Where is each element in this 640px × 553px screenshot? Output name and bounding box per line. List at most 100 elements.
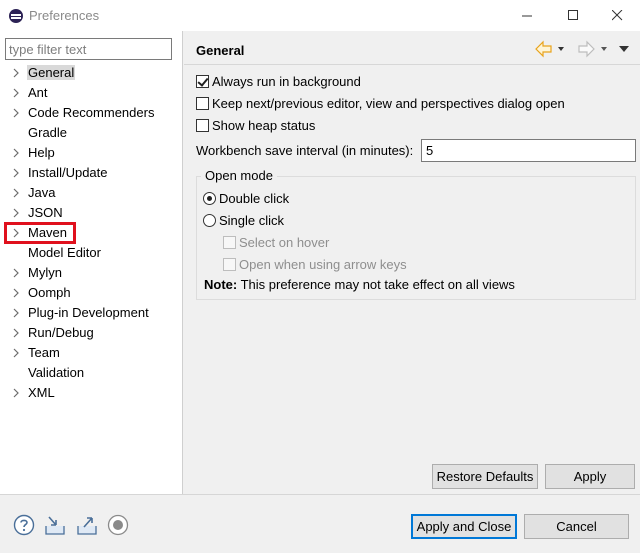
tree-item-label: Oomph bbox=[28, 285, 71, 300]
tree-item-label: Java bbox=[28, 185, 56, 200]
tree-item-java[interactable]: Java bbox=[0, 183, 183, 203]
maximize-button[interactable] bbox=[550, 0, 596, 31]
chevron-right-icon[interactable] bbox=[10, 387, 22, 399]
chevron-right-icon[interactable] bbox=[10, 147, 22, 159]
tree-item-json[interactable]: JSON bbox=[0, 203, 183, 223]
tree-item-label: Model Editor bbox=[28, 245, 101, 260]
tree-item-label: Mylyn bbox=[28, 265, 62, 280]
tree-item-label: Validation bbox=[28, 365, 85, 380]
open-mode-group: Open mode Double click Single click Sele… bbox=[196, 168, 636, 300]
chevron-right-icon[interactable] bbox=[10, 307, 22, 319]
chevron-right-icon[interactable] bbox=[10, 327, 22, 339]
chevron-right-icon[interactable] bbox=[10, 267, 22, 279]
option-label: Show heap status bbox=[212, 117, 316, 133]
save-interval-label: Workbench save interval (in minutes): bbox=[196, 143, 414, 158]
forward-dropdown-icon[interactable] bbox=[601, 47, 607, 51]
note-text: This preference may not take effect on a… bbox=[237, 277, 515, 292]
tree-item-label: Help bbox=[28, 145, 55, 160]
tree-item-plug-in-development[interactable]: Plug-in Development bbox=[0, 303, 183, 323]
tree-item-label: Install/Update bbox=[28, 165, 108, 180]
chevron-right-icon[interactable] bbox=[10, 107, 22, 119]
dialog-button-bar: Apply and Close Cancel bbox=[0, 494, 640, 553]
close-button[interactable] bbox=[594, 0, 640, 31]
preference-page: General Always run in background Keep ne… bbox=[184, 31, 640, 494]
tree-item-label: Run/Debug bbox=[28, 325, 94, 340]
back-arrow-icon[interactable] bbox=[535, 40, 552, 58]
tree-item-code-recommenders[interactable]: Code Recommenders bbox=[0, 103, 183, 123]
tree-item-label: Team bbox=[28, 345, 60, 360]
tree-item-xml[interactable]: XML bbox=[0, 383, 183, 403]
tree-item-label: Gradle bbox=[28, 125, 68, 140]
apply-and-close-button[interactable]: Apply and Close bbox=[411, 514, 517, 539]
eclipse-icon bbox=[9, 9, 23, 23]
checkbox[interactable] bbox=[196, 118, 209, 132]
record-icon[interactable] bbox=[107, 514, 129, 536]
option-label: Keep next/previous editor, view and pers… bbox=[212, 95, 565, 111]
always-run-background-option[interactable]: Always run in background bbox=[196, 72, 361, 90]
chevron-right-icon[interactable] bbox=[10, 207, 22, 219]
tree-item-install-update[interactable]: Install/Update bbox=[0, 163, 183, 183]
tree-item-label: General bbox=[27, 65, 76, 80]
title-divider bbox=[184, 64, 640, 65]
close-icon bbox=[611, 10, 622, 21]
option-label: Select on hover bbox=[239, 234, 330, 250]
select-on-hover-option: Select on hover bbox=[223, 233, 329, 251]
chevron-right-icon[interactable] bbox=[10, 287, 22, 299]
note-label: Note: bbox=[204, 277, 238, 292]
page-title: General bbox=[196, 43, 245, 58]
title-bar: Preferences bbox=[0, 0, 640, 31]
option-label: Always run in background bbox=[212, 73, 361, 89]
chevron-right-icon[interactable] bbox=[10, 187, 22, 199]
tree-item-validation[interactable]: Validation bbox=[0, 363, 183, 383]
single-click-option[interactable]: Single click bbox=[203, 211, 284, 229]
tree-item-label: Ant bbox=[28, 85, 48, 100]
tree-item-label: Code Recommenders bbox=[28, 105, 155, 120]
tree-item-general[interactable]: General bbox=[0, 63, 183, 83]
checkbox[interactable] bbox=[196, 96, 209, 110]
radio-button[interactable] bbox=[203, 191, 216, 205]
option-label: Single click bbox=[219, 212, 285, 228]
minimize-icon bbox=[521, 15, 532, 17]
tree-item-gradle[interactable]: Gradle bbox=[0, 123, 183, 143]
tree-item-run-debug[interactable]: Run/Debug bbox=[0, 323, 183, 343]
tree-item-model-editor[interactable]: Model Editor bbox=[0, 243, 183, 263]
maven-highlight-box bbox=[4, 222, 76, 244]
tree-item-mylyn[interactable]: Mylyn bbox=[0, 263, 183, 283]
cancel-button[interactable]: Cancel bbox=[524, 514, 629, 539]
preferences-tree-pane: General Ant Code Recommenders Gradle Help Ins… bbox=[0, 31, 183, 494]
option-label: Open when using arrow keys bbox=[239, 256, 407, 272]
tree-item-team[interactable]: Team bbox=[0, 343, 183, 363]
tree-item-oomph[interactable]: Oomph bbox=[0, 283, 183, 303]
filter-input[interactable] bbox=[5, 38, 172, 60]
forward-arrow-icon[interactable] bbox=[578, 40, 595, 58]
chevron-right-icon[interactable] bbox=[10, 87, 22, 99]
show-heap-status-option[interactable]: Show heap status bbox=[196, 116, 315, 134]
back-dropdown-icon[interactable] bbox=[558, 47, 564, 51]
radio-button[interactable] bbox=[203, 213, 216, 227]
tree-item-help[interactable]: Help bbox=[0, 143, 183, 163]
apply-button[interactable]: Apply bbox=[545, 464, 635, 489]
import-icon[interactable] bbox=[44, 514, 66, 536]
help-icon[interactable] bbox=[13, 514, 35, 536]
restore-defaults-button[interactable]: Restore Defaults bbox=[432, 464, 538, 489]
checkbox bbox=[223, 257, 236, 271]
checkbox bbox=[223, 235, 236, 249]
open-arrow-keys-option: Open when using arrow keys bbox=[223, 255, 407, 273]
tree-item-label: XML bbox=[28, 385, 55, 400]
window-title: Preferences bbox=[29, 8, 100, 23]
chevron-right-icon[interactable] bbox=[10, 347, 22, 359]
tree-item-ant[interactable]: Ant bbox=[0, 83, 183, 103]
view-menu-icon[interactable] bbox=[619, 46, 629, 52]
option-label: Double click bbox=[219, 190, 290, 206]
keep-dialog-open-option[interactable]: Keep next/previous editor, view and pers… bbox=[196, 94, 565, 112]
save-interval-input[interactable] bbox=[421, 139, 636, 162]
double-click-option[interactable]: Double click bbox=[203, 189, 289, 207]
open-mode-legend: Open mode bbox=[201, 168, 277, 183]
chevron-right-icon[interactable] bbox=[10, 167, 22, 179]
checkbox[interactable] bbox=[196, 74, 209, 88]
maximize-icon bbox=[567, 10, 578, 20]
chevron-right-icon[interactable] bbox=[10, 67, 22, 79]
tree-item-label: JSON bbox=[28, 205, 63, 220]
export-icon[interactable] bbox=[76, 514, 98, 536]
minimize-button[interactable] bbox=[504, 0, 550, 31]
